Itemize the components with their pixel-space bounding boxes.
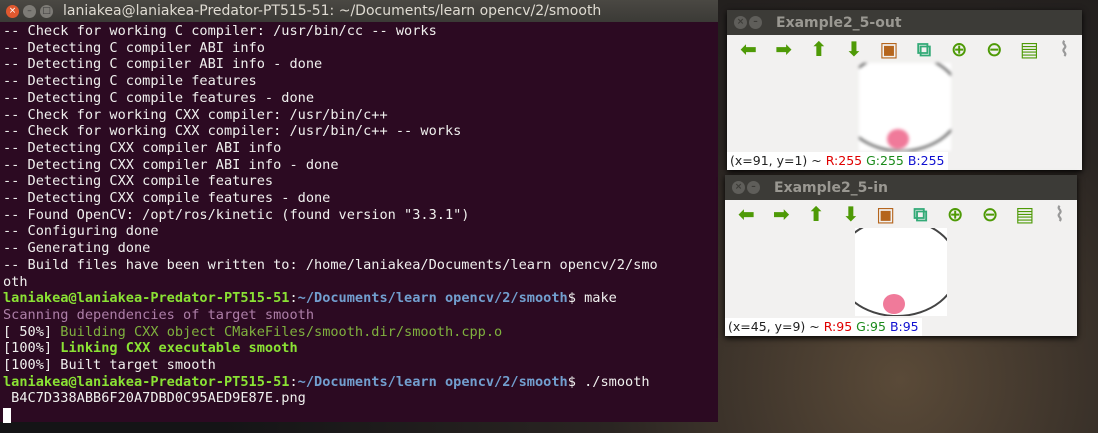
picture-icon[interactable]: ▣ bbox=[868, 202, 903, 226]
maximize-icon[interactable]: □ bbox=[40, 4, 53, 18]
arrow-left-icon[interactable]: ⬅ bbox=[731, 37, 766, 61]
blue-value: B:255 bbox=[907, 153, 945, 168]
link-message: Linking CXX executable smooth bbox=[60, 340, 298, 357]
line: -- Check for working CXX compiler: /usr/… bbox=[3, 123, 462, 140]
line: -- Detecting CXX compiler ABI info bbox=[3, 139, 282, 156]
minimize-icon[interactable]: – bbox=[749, 16, 762, 29]
minimize-icon[interactable]: – bbox=[747, 181, 760, 194]
toolbar: ⬅ ➡ ⬆ ⬇ ▣ ⧉ ⊕ ⊖ ▤ ⌇ bbox=[725, 200, 1077, 228]
red-value: R:95 bbox=[823, 319, 853, 334]
line: -- Build files have been written to: /ho… bbox=[3, 256, 658, 273]
arrow-down-icon[interactable]: ⬇ bbox=[836, 37, 871, 61]
line: B4C7D338ABB6F20A7DBD0C95AED9E87E.png bbox=[3, 390, 306, 407]
status-bar: (x=91, y=1) ~ R:255 G:255 B:255 bbox=[727, 152, 948, 170]
image-canvas[interactable] bbox=[858, 63, 951, 151]
line: -- Detecting CXX compiler ABI info - don… bbox=[3, 156, 339, 173]
line: -- Detecting CXX compile features - done bbox=[3, 190, 331, 207]
save-icon[interactable]: ▤ bbox=[1012, 37, 1047, 61]
prompt-path: ~/Documents/learn opencv/2/smooth bbox=[297, 373, 568, 390]
close-icon[interactable]: × bbox=[732, 181, 745, 194]
green-value: G:255 bbox=[866, 153, 904, 168]
line: Scanning dependencies of target smooth bbox=[3, 306, 314, 323]
prompt-line: laniakea@laniakea-Predator-PT515-51:~/Do… bbox=[3, 290, 617, 307]
status-bar: (x=45, y=9) ~ R:95 G:95 B:95 bbox=[725, 318, 922, 336]
save-icon[interactable]: ▤ bbox=[1007, 202, 1042, 226]
line: [100%] Built target smooth bbox=[3, 357, 216, 374]
text-cursor bbox=[3, 407, 11, 423]
percent: [100%] bbox=[3, 340, 61, 357]
terminal-output[interactable]: -- Check for working C compiler: /usr/bi… bbox=[0, 22, 718, 424]
minimize-icon[interactable]: – bbox=[23, 4, 36, 18]
line: -- Check for working C compiler: /usr/bi… bbox=[3, 23, 437, 39]
zoom-out-icon[interactable]: ⊖ bbox=[973, 202, 1008, 226]
blue-value: B:95 bbox=[889, 319, 919, 334]
arrow-right-icon[interactable]: ➡ bbox=[764, 202, 799, 226]
zoom-image-icon[interactable]: ⧉ bbox=[903, 202, 938, 226]
line: [ 50%] Building CXX object CMakeFiles/sm… bbox=[3, 324, 718, 341]
terminal-title: laniakea@laniakea-Predator-PT515-51: ~/D… bbox=[63, 3, 602, 19]
window-title: Example2_5-in bbox=[774, 179, 889, 196]
arrow-left-icon[interactable]: ⬅ bbox=[729, 202, 764, 226]
terminal-window[interactable]: × – □ laniakea@laniakea-Predator-PT515-51:… bbox=[0, 0, 718, 424]
window-titlebar: × – Example2_5-out bbox=[727, 10, 1082, 35]
line: -- Detecting C compile features bbox=[3, 73, 257, 90]
line: oth bbox=[3, 273, 28, 290]
prompt-path: ~/Documents/learn opencv/2/smooth bbox=[297, 290, 568, 307]
line: -- Detecting C compile features - done bbox=[3, 89, 314, 106]
line: -- Detecting C compiler ABI info bbox=[3, 39, 265, 56]
arrow-right-icon[interactable]: ➡ bbox=[766, 37, 801, 61]
zoom-out-icon[interactable]: ⊖ bbox=[977, 37, 1012, 61]
window-title: Example2_5-out bbox=[776, 14, 902, 31]
line: -- Found OpenCV: /opt/ros/kinetic (found… bbox=[3, 206, 470, 223]
prompt-user: laniakea@laniakea-Predator-PT515-51 bbox=[3, 290, 290, 307]
zoom-image-icon[interactable]: ⧉ bbox=[906, 37, 941, 61]
prompt-line: laniakea@laniakea-Predator-PT515-51:~/Do… bbox=[3, 373, 650, 390]
red-value: R:255 bbox=[825, 153, 863, 168]
image-canvas[interactable] bbox=[855, 228, 947, 316]
command: $ make bbox=[567, 290, 617, 307]
line: -- Configuring done bbox=[3, 223, 159, 240]
opencv-window-in[interactable]: × – Example2_5-in ⬅ ➡ ⬆ ⬇ ▣ ⧉ ⊕ ⊖ ▤ ⌇ (x=45, y=9) ~… bbox=[725, 175, 1077, 336]
opencv-window-out[interactable]: × – Example2_5-out ⬅ ➡ ⬆ ⬇ ▣ ⧉ ⊕ ⊖ ▤ ⌇ (x=91, y=1) … bbox=[727, 10, 1082, 170]
line: -- Check for working CXX compiler: /usr/… bbox=[3, 106, 388, 123]
line: [100%] Linking CXX executable smooth bbox=[3, 340, 718, 357]
pixel-coords: (x=45, y=9) ~ bbox=[728, 319, 824, 334]
prompt-user: laniakea@laniakea-Predator-PT515-51 bbox=[3, 373, 290, 390]
toolbar: ⬅ ➡ ⬆ ⬇ ▣ ⧉ ⊕ ⊖ ▤ ⌇ bbox=[727, 35, 1082, 63]
arrow-up-icon[interactable]: ⬆ bbox=[801, 37, 836, 61]
zoom-in-icon[interactable]: ⊕ bbox=[938, 202, 973, 226]
brush-icon[interactable]: ⌇ bbox=[1042, 202, 1077, 226]
arrow-up-icon[interactable]: ⬆ bbox=[799, 202, 834, 226]
close-icon[interactable]: × bbox=[6, 4, 19, 18]
window-titlebar: × – Example2_5-in bbox=[725, 175, 1077, 200]
zoom-in-icon[interactable]: ⊕ bbox=[942, 37, 977, 61]
terminal-titlebar: × – □ laniakea@laniakea-Predator-PT515-51:… bbox=[0, 0, 718, 22]
green-value: G:95 bbox=[856, 319, 886, 334]
brush-icon[interactable]: ⌇ bbox=[1047, 37, 1082, 61]
percent: [ 50%] bbox=[3, 323, 61, 340]
arrow-down-icon[interactable]: ⬇ bbox=[833, 202, 868, 226]
command: $ ./smooth bbox=[567, 373, 650, 390]
line: -- Detecting C compiler ABI info - done bbox=[3, 56, 323, 73]
line: -- Detecting CXX compile features bbox=[3, 173, 274, 190]
line: -- Generating done bbox=[3, 240, 151, 257]
pixel-coords: (x=91, y=1) ~ bbox=[730, 153, 826, 168]
picture-icon[interactable]: ▣ bbox=[871, 37, 906, 61]
build-message: Building CXX object CMakeFiles/smooth.di… bbox=[60, 323, 503, 340]
close-icon[interactable]: × bbox=[734, 16, 747, 29]
